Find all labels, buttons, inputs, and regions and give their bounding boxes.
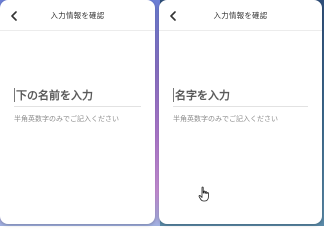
text-caret [14, 88, 15, 102]
page-title: 入力情報を確認 [213, 10, 268, 20]
left-screen: 入力情報を確認 下の名前を入力 半角英数字のみでご記入ください [0, 0, 155, 224]
back-button[interactable] [6, 7, 22, 23]
chevron-left-icon [10, 6, 18, 25]
last-name-input[interactable]: 名字を入力 [173, 84, 308, 107]
first-name-input[interactable]: 下の名前を入力 [14, 84, 141, 107]
chevron-left-icon [169, 6, 177, 25]
helper-text: 半角英数字のみでご記入ください [14, 115, 119, 123]
text-caret [173, 88, 174, 102]
left-header: 入力情報を確認 [0, 0, 155, 31]
hand-pointer-icon [198, 186, 210, 202]
page-title: 入力情報を確認 [50, 10, 105, 20]
right-screen: 入力情報を確認 名字を入力 半角英数字のみでご記入ください [159, 0, 322, 224]
input-placeholder: 名字を入力 [175, 89, 230, 102]
back-button[interactable] [165, 7, 181, 23]
input-placeholder: 下の名前を入力 [16, 89, 93, 102]
helper-text: 半角英数字のみでご記入ください [173, 115, 278, 123]
right-header: 入力情報を確認 [159, 0, 322, 31]
